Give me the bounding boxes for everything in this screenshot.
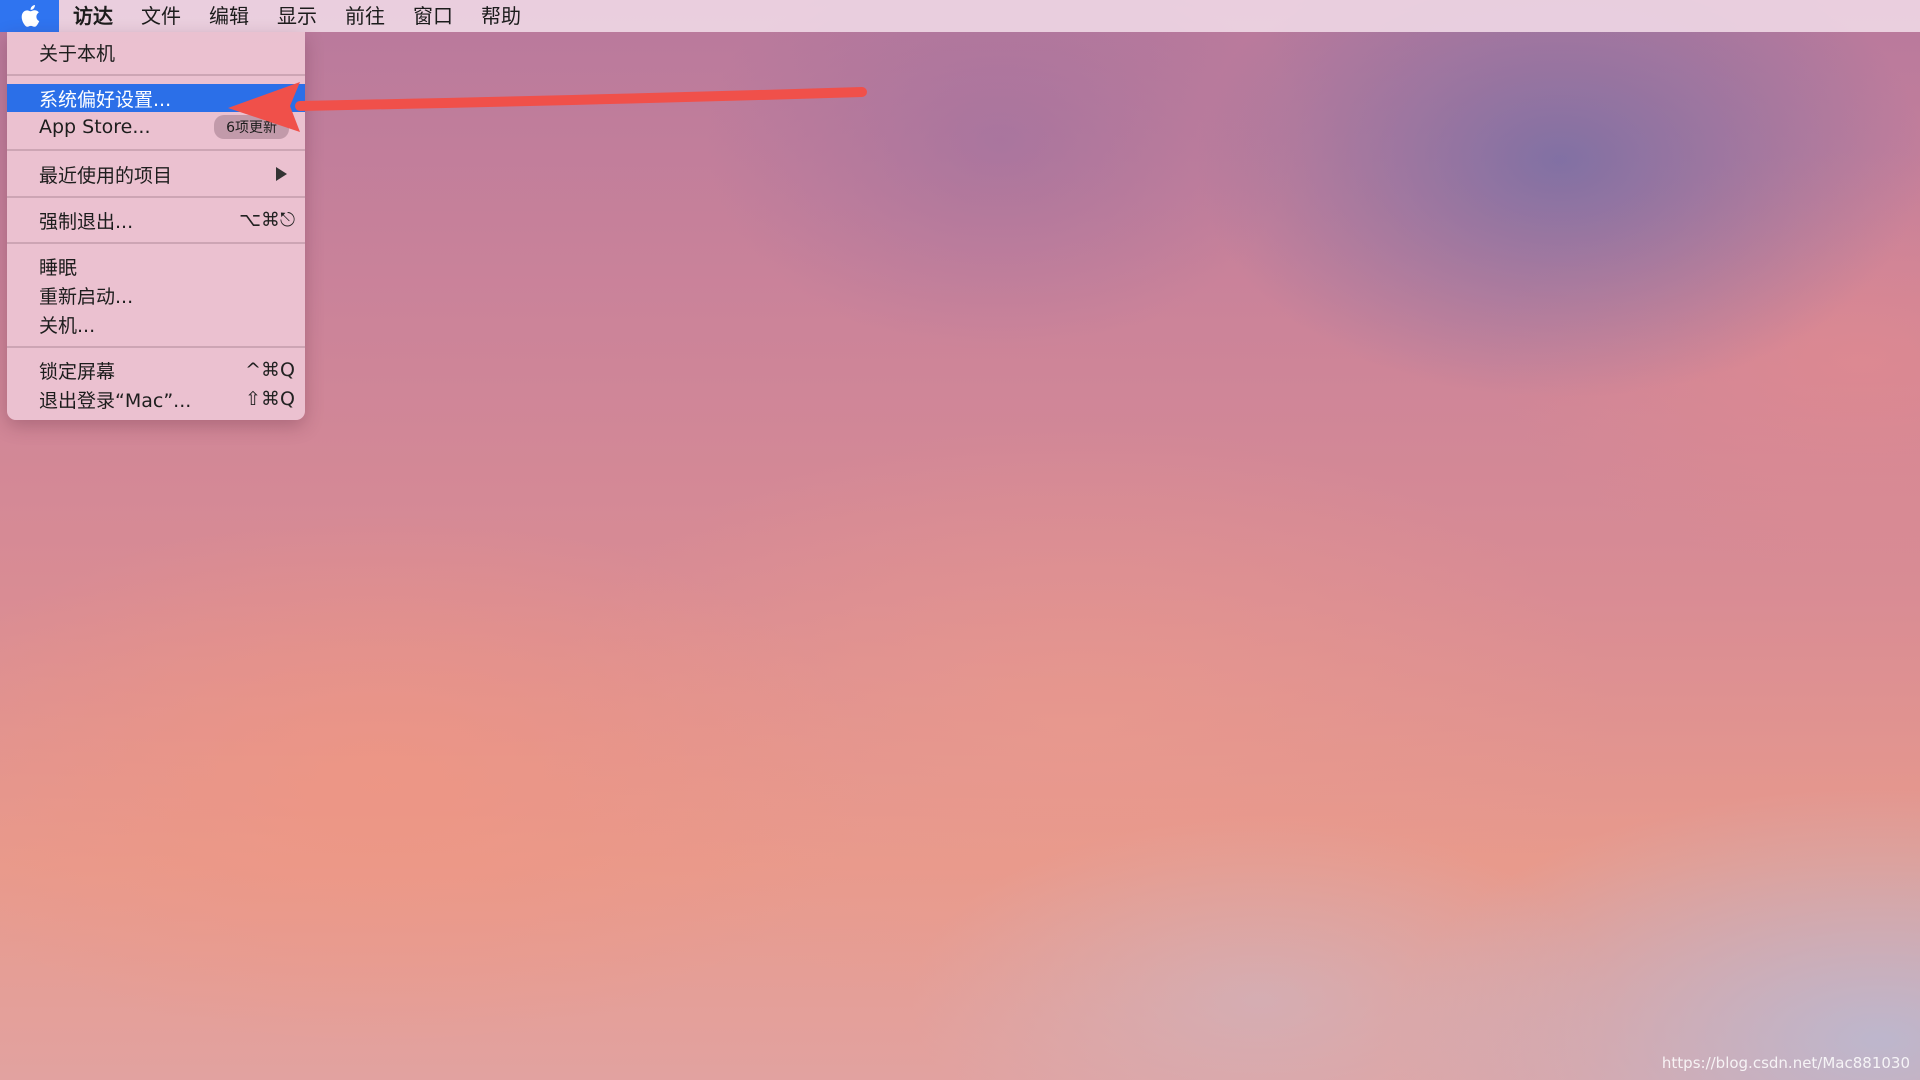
menu-item-label: App Store...: [39, 116, 151, 138]
menu-item-force-quit[interactable]: 强制退出... ⌥⌘⎋: [7, 206, 305, 234]
menu-separator: [7, 149, 305, 151]
menu-item-label: 强制退出...: [39, 210, 134, 233]
menu-item-app-store[interactable]: App Store... 6项更新: [7, 113, 305, 141]
keyboard-shortcut: ^⌘Q: [245, 359, 295, 381]
menu-item-label: 关机...: [39, 314, 96, 337]
keyboard-shortcut: ⇧⌘Q: [245, 388, 295, 410]
menu-item-label: 重新启动...: [39, 285, 134, 308]
menu-item-label: 系统偏好设置...: [39, 88, 172, 111]
apple-menu-button[interactable]: [0, 0, 59, 32]
menu-item-label: 锁定屏幕: [39, 360, 116, 383]
menu-item-shutdown[interactable]: 关机...: [7, 310, 305, 338]
menu-item-logout[interactable]: 退出登录“Mac”... ⇧⌘Q: [7, 385, 305, 413]
keyboard-shortcut: ⌥⌘⎋: [239, 209, 295, 231]
menu-item-lock-screen[interactable]: 锁定屏幕 ^⌘Q: [7, 356, 305, 384]
watermark: https://blog.csdn.net/Mac881030: [1661, 1054, 1910, 1072]
menu-separator: [7, 74, 305, 76]
apple-dropdown-menu: 关于本机 系统偏好设置... App Store... 6项更新 最近使用的项目…: [7, 32, 305, 420]
menu-go[interactable]: 前往: [331, 0, 399, 32]
menu-item-label: 退出登录“Mac”...: [39, 389, 192, 412]
menu-item-label: 最近使用的项目: [39, 164, 173, 187]
menu-finder[interactable]: 访达: [59, 0, 127, 32]
menu-item-sleep[interactable]: 睡眠: [7, 252, 305, 280]
menu-item-label: 关于本机: [39, 42, 116, 65]
menu-bar: 访达 文件 编辑 显示 前往 窗口 帮助: [0, 0, 1920, 32]
menu-item-label: 睡眠: [39, 256, 78, 279]
menu-separator: [7, 346, 305, 348]
menu-help[interactable]: 帮助: [467, 0, 535, 32]
menu-view[interactable]: 显示: [263, 0, 331, 32]
menu-item-system-preferences[interactable]: 系统偏好设置...: [7, 84, 305, 112]
apple-logo-icon: [21, 5, 39, 27]
menu-item-restart[interactable]: 重新启动...: [7, 281, 305, 309]
update-count-badge: 6项更新: [214, 115, 289, 139]
menu-file[interactable]: 文件: [127, 0, 195, 32]
menu-edit[interactable]: 编辑: [195, 0, 263, 32]
menu-separator: [7, 196, 305, 198]
menu-item-recent-items[interactable]: 最近使用的项目: [7, 160, 305, 188]
menu-item-about[interactable]: 关于本机: [7, 38, 305, 66]
menu-separator: [7, 242, 305, 244]
submenu-arrow-icon: [276, 167, 287, 181]
menu-window[interactable]: 窗口: [399, 0, 467, 32]
